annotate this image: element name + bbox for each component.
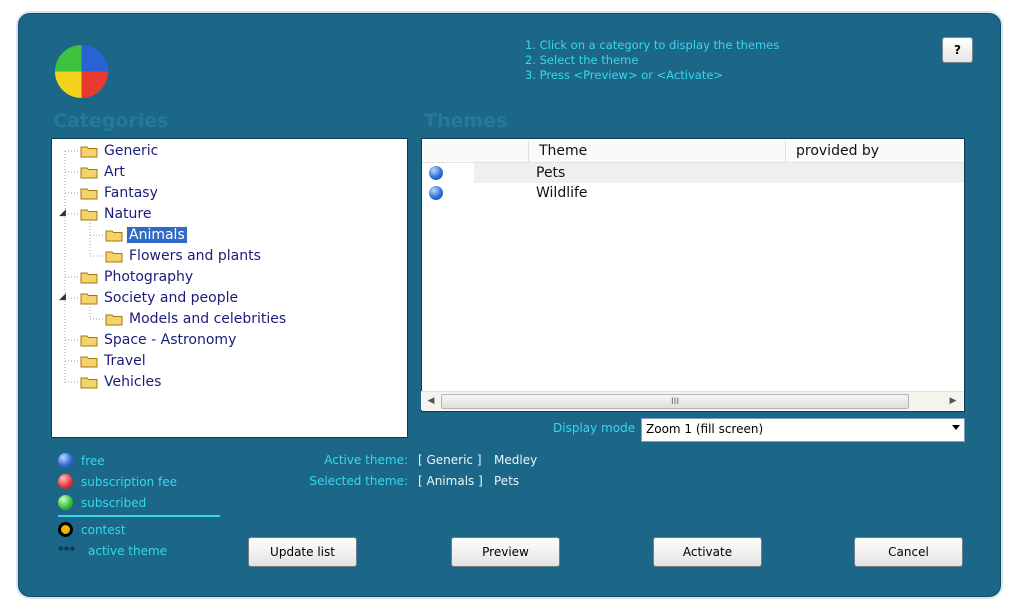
folder-icon — [105, 230, 123, 241]
tree-item-vehicles[interactable]: Vehicles — [80, 372, 163, 392]
green-ball-icon — [58, 495, 73, 510]
legend-label: contest — [81, 522, 126, 537]
app-logo-icon — [54, 44, 109, 99]
free-status-icon — [429, 186, 443, 200]
dropdown-arrow-icon[interactable] — [952, 425, 960, 430]
folder-icon — [80, 146, 98, 157]
selected-theme-category: [ Animals ] — [418, 474, 483, 488]
scroll-left-arrow-icon[interactable]: ◀ — [423, 393, 439, 409]
tree-item-space-astronomy[interactable]: Space - Astronomy — [80, 330, 238, 350]
legend-free: free — [58, 452, 105, 469]
folder-icon — [80, 335, 98, 346]
folder-icon — [80, 356, 98, 367]
cancel-button[interactable]: Cancel — [854, 537, 963, 567]
themes-list-header: Theme provided by — [422, 140, 964, 163]
tree-item-travel[interactable]: Travel — [80, 351, 148, 371]
theme-row[interactable]: Wildlife — [422, 183, 964, 203]
red-ball-icon — [58, 474, 73, 489]
tree-item-label: Models and celebrities — [129, 311, 287, 327]
selected-theme-label: Selected theme: — [309, 474, 408, 488]
active-theme-label: Active theme: — [324, 453, 408, 467]
legend-contest: contest — [58, 521, 126, 538]
active-theme-category: [ Generic ] — [418, 453, 482, 467]
instructions-text: 1. Click on a category to display the th… — [525, 38, 779, 83]
folder-icon — [80, 167, 98, 178]
legend-label: active theme — [88, 543, 168, 558]
folder-icon — [80, 377, 98, 388]
tree-item-label: Travel — [104, 353, 146, 369]
folder-icon — [105, 251, 123, 262]
scroll-grip: III — [671, 396, 679, 407]
tree-item-label: Flowers and plants — [129, 248, 261, 264]
tree-item-label: Art — [104, 164, 125, 180]
tree-item-generic[interactable]: Generic — [80, 141, 160, 161]
contest-ring-icon — [58, 522, 73, 537]
display-mode-value: Zoom 1 (fill screen) — [646, 422, 764, 436]
instruction-line: 2. Select the theme — [525, 53, 639, 67]
legend-label: free — [81, 453, 105, 468]
blue-ball-icon — [58, 453, 73, 468]
collapse-toggle-society[interactable]: ◢ — [59, 292, 66, 302]
folder-icon — [105, 314, 123, 325]
theme-name: Pets — [536, 165, 566, 181]
tree-item-animals[interactable]: Animals — [105, 225, 188, 245]
tree-item-nature[interactable]: Nature — [80, 204, 153, 224]
folder-icon — [80, 188, 98, 199]
update-list-button[interactable]: Update list — [248, 537, 357, 567]
tree-item-art[interactable]: Art — [80, 162, 127, 182]
tree-item-photography[interactable]: Photography — [80, 267, 195, 287]
display-mode-select[interactable]: Zoom 1 (fill screen) — [641, 418, 965, 442]
tree-item-label: Fantasy — [104, 185, 158, 201]
tree-item-label: Animals — [126, 226, 188, 244]
legend-label: subscription fee — [81, 474, 177, 489]
legend-label: subscribed — [81, 495, 147, 510]
tree-item-label: Vehicles — [104, 374, 162, 390]
tree-item-models-and-celebrities[interactable]: Models and celebrities — [105, 309, 288, 329]
active-theme-name: Medley — [494, 453, 538, 467]
active-marker: *** — [58, 544, 76, 557]
collapse-toggle-nature[interactable]: ◢ — [59, 208, 66, 218]
legend-subscription-fee: subscription fee — [58, 473, 177, 490]
categories-title: Categories — [53, 110, 169, 132]
themes-title: Themes — [424, 110, 508, 132]
theme-name: Wildlife — [536, 185, 588, 201]
tree-item-label: Photography — [104, 269, 194, 285]
themes-horizontal-scrollbar[interactable]: ◀ III ▶ — [421, 391, 963, 410]
activate-button[interactable]: Activate — [653, 537, 762, 567]
tree-item-label: Society and people — [104, 290, 239, 306]
folder-icon — [80, 293, 98, 304]
scroll-thumb[interactable]: III — [441, 394, 909, 409]
tree-item-fantasy[interactable]: Fantasy — [80, 183, 160, 203]
legend-subscribed: subscribed — [58, 494, 146, 511]
instruction-line: 3. Press <Preview> or <Activate> — [525, 68, 724, 82]
scroll-right-arrow-icon[interactable]: ▶ — [945, 393, 961, 409]
preview-button[interactable]: Preview — [451, 537, 560, 567]
column-header-provided-by[interactable]: provided by — [785, 140, 964, 162]
tree-item-label: Generic — [104, 143, 159, 159]
themes-list[interactable]: Theme provided by Pets Wildlife — [421, 138, 965, 412]
theme-row[interactable]: Pets — [422, 163, 964, 183]
tree-item-label: Space - Astronomy — [104, 332, 237, 348]
tree-item-label: Nature — [104, 206, 152, 222]
legend-active-theme: *** active theme — [58, 542, 167, 559]
tree-item-flowers-and-plants[interactable]: Flowers and plants — [105, 246, 263, 266]
free-status-icon — [429, 166, 443, 180]
folder-icon — [80, 209, 98, 220]
selected-theme-name: Pets — [494, 474, 520, 488]
column-header-theme[interactable]: Theme — [528, 140, 785, 162]
instruction-line: 1. Click on a category to display the th… — [525, 38, 780, 52]
help-button[interactable]: ? — [942, 37, 973, 63]
display-mode-label: Display mode — [553, 421, 636, 435]
folder-icon — [80, 272, 98, 283]
category-tree[interactable]: ◢ ◢ Generic Art Fantasy Nature Animals F… — [51, 138, 408, 438]
tree-item-society-and-people[interactable]: Society and people — [80, 288, 240, 308]
legend-divider — [58, 515, 220, 517]
